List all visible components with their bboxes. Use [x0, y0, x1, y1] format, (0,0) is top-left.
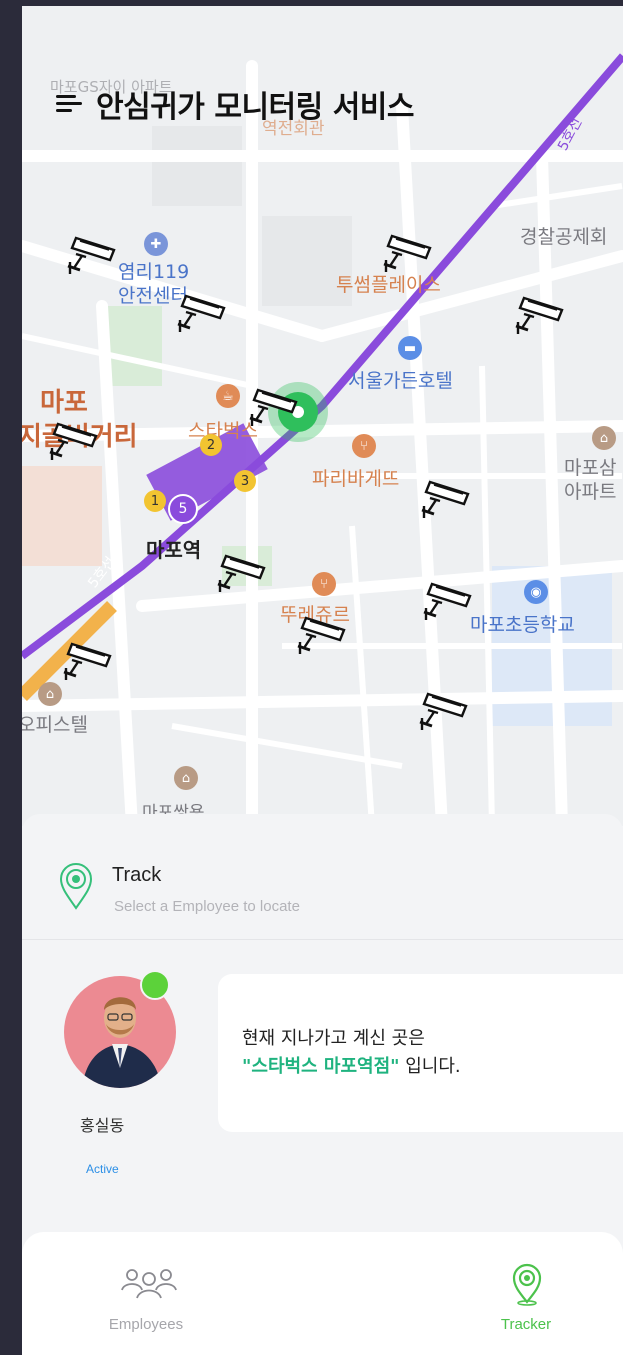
message-line1: 현재 지나가고 계신 곳은	[242, 1028, 425, 1049]
cafe-icon: ☕	[216, 384, 240, 408]
apartment-icon-2: ⌂	[174, 766, 198, 790]
cctv-icon[interactable]	[212, 550, 270, 600]
exit-3-badge: 3	[234, 470, 256, 492]
map-label-station: 마포역	[146, 538, 202, 562]
cctv-icon[interactable]	[172, 290, 230, 340]
track-row[interactable]: Track Select a Employee to locate	[22, 814, 623, 940]
map-label-paris: 파리바게뜨	[312, 468, 400, 490]
current-place: "스타벅스 마포역점"	[242, 1056, 400, 1077]
location-pin-icon	[512, 1263, 542, 1306]
hotel-icon: ▬	[398, 336, 422, 360]
line5-badge: 5	[168, 494, 198, 524]
cctv-icon[interactable]	[414, 688, 472, 738]
cctv-icon[interactable]	[62, 232, 120, 282]
location-message-card: 현재 지나가고 계신 곳은 "스타벅스 마포역점" 입니다.	[218, 974, 623, 1132]
exit-2-badge: 2	[200, 434, 222, 456]
map-view[interactable]: 안심귀가 모니터링 서비스 마포GS자이 아파트 역전회관 염리119 안전센터…	[22, 6, 623, 826]
nav-tracker-label: Tracker	[500, 1316, 552, 1333]
nav-employees[interactable]: Employees	[56, 1232, 236, 1355]
employee-status: Active	[86, 1162, 119, 1176]
location-pin-icon	[59, 863, 93, 910]
employee-name: 홍실동	[80, 1116, 125, 1135]
map-label-office: 오피스텔	[22, 714, 88, 736]
menu-icon[interactable]	[56, 93, 82, 115]
track-subtitle: Select a Employee to locate	[114, 898, 300, 915]
map-label-hall: 역전회관	[262, 119, 325, 139]
bakery-icon-2: ⑂	[312, 572, 336, 596]
cctv-icon[interactable]	[378, 230, 436, 280]
map-label-apt1: 마포GS자이 아파트	[50, 78, 173, 96]
exit-1-badge: 1	[144, 490, 166, 512]
map-label-mapo: 마포	[40, 388, 88, 418]
phone-screen: 안심귀가 모니터링 서비스 마포GS자이 아파트 역전회관 염리119 안전센터…	[22, 6, 623, 1355]
cctv-icon[interactable]	[44, 418, 102, 468]
cctv-icon[interactable]	[418, 578, 476, 628]
cctv-icon[interactable]	[244, 384, 302, 434]
message-line2: "스타벅스 마포역점" 입니다.	[242, 1052, 461, 1078]
cctv-icon[interactable]	[292, 612, 350, 662]
bottom-nav: Employees Tracker	[22, 1232, 623, 1355]
bakery-icon: ⑂	[352, 434, 376, 458]
track-title: Track	[112, 864, 162, 886]
cctv-icon[interactable]	[58, 638, 116, 688]
map-label-school: 마포초등학교	[470, 614, 575, 636]
nav-tracker[interactable]: Tracker	[436, 1232, 616, 1355]
nav-employees-label: Employees	[108, 1316, 184, 1333]
map-label-police: 경찰공제회	[520, 226, 608, 248]
cctv-icon[interactable]	[416, 476, 474, 526]
map-label-apt2: 마포삼 아파트	[564, 457, 617, 503]
online-indicator	[140, 970, 170, 1000]
map-label-hotel: 서울가든호텔	[348, 370, 453, 392]
fire-station-icon: ✚	[144, 232, 168, 256]
people-icon	[121, 1269, 177, 1299]
message-suffix: 입니다.	[399, 1056, 461, 1077]
school-icon: ◉	[524, 580, 548, 604]
apartment-icon: ⌂	[592, 426, 616, 450]
cctv-icon[interactable]	[510, 292, 568, 342]
track-panel: Track Select a Employee to locate 홍실동 Ac…	[22, 814, 623, 1254]
